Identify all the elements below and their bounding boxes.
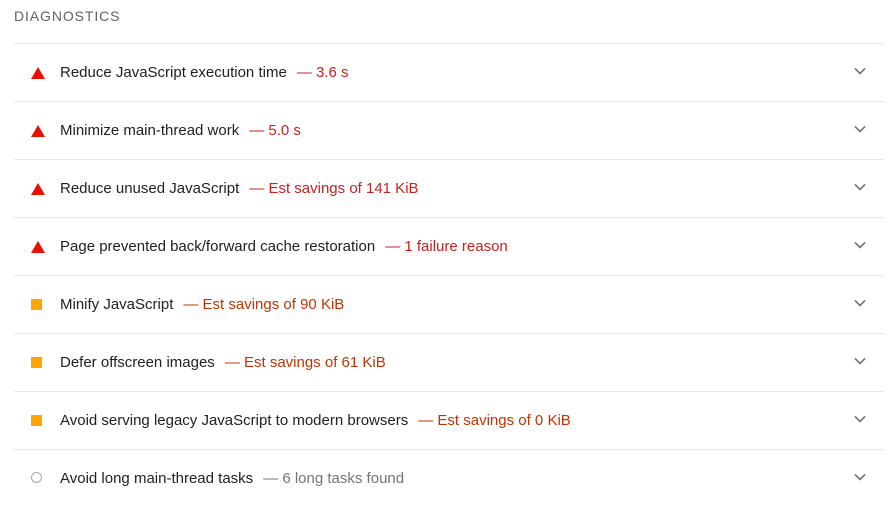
section-title: DIAGNOSTICS [14, 8, 121, 24]
audit-display-value: — Est savings of 90 KiB [183, 295, 345, 313]
audit-title: Avoid long main-thread tasks [60, 469, 254, 487]
square-average-icon [31, 357, 42, 368]
audit-display-value: — 3.6 s [296, 63, 349, 81]
audit-display-value: — 6 long tasks found [263, 469, 405, 487]
audit-title: Minify JavaScript [60, 295, 174, 313]
square-average-icon [31, 299, 42, 310]
chevron-down-icon[interactable] [854, 473, 866, 481]
audit-title: Page prevented back/forward cache restor… [60, 237, 376, 255]
audit-row[interactable]: Defer offscreen images — Est savings of … [14, 334, 884, 392]
chevron-down-icon[interactable] [854, 241, 866, 249]
audit-display-value: — 5.0 s [249, 121, 301, 139]
audit-title: Defer offscreen images [60, 353, 215, 371]
chevron-down-icon[interactable] [854, 125, 866, 133]
diagnostics-list: Reduce JavaScript execution time — 3.6 s… [14, 43, 884, 507]
audit-row[interactable]: Minimize main-thread work — 5.0 s [14, 102, 884, 160]
audit-title: Reduce unused JavaScript [60, 179, 240, 197]
triangle-fail-icon [31, 241, 45, 253]
audit-row[interactable]: Page prevented back/forward cache restor… [14, 218, 884, 276]
audit-display-value: — 1 failure reason [385, 237, 508, 255]
audit-display-value: — Est savings of 0 KiB [418, 411, 571, 429]
audit-title: Minimize main-thread work [60, 121, 240, 139]
square-average-icon [31, 415, 42, 426]
chevron-down-icon[interactable] [854, 299, 866, 307]
triangle-fail-icon [31, 183, 45, 195]
audit-row[interactable]: Avoid long main-thread tasks — 6 long ta… [14, 450, 884, 507]
chevron-down-icon[interactable] [854, 183, 866, 191]
audit-title: Reduce JavaScript execution time [60, 63, 287, 81]
audit-row[interactable]: Minify JavaScript — Est savings of 90 Ki… [14, 276, 884, 334]
circle-info-icon [31, 472, 42, 483]
chevron-down-icon[interactable] [854, 415, 866, 423]
chevron-down-icon[interactable] [854, 67, 866, 75]
audit-display-value: — Est savings of 61 KiB [224, 353, 386, 371]
triangle-fail-icon [31, 125, 45, 137]
audit-display-value: — Est savings of 141 KiB [249, 179, 419, 197]
audit-row[interactable]: Reduce JavaScript execution time — 3.6 s [14, 44, 884, 102]
audit-row[interactable]: Reduce unused JavaScript — Est savings o… [14, 160, 884, 218]
audit-row[interactable]: Avoid serving legacy JavaScript to moder… [14, 392, 884, 450]
chevron-down-icon[interactable] [854, 357, 866, 365]
audit-title: Avoid serving legacy JavaScript to moder… [60, 411, 409, 429]
triangle-fail-icon [31, 67, 45, 79]
